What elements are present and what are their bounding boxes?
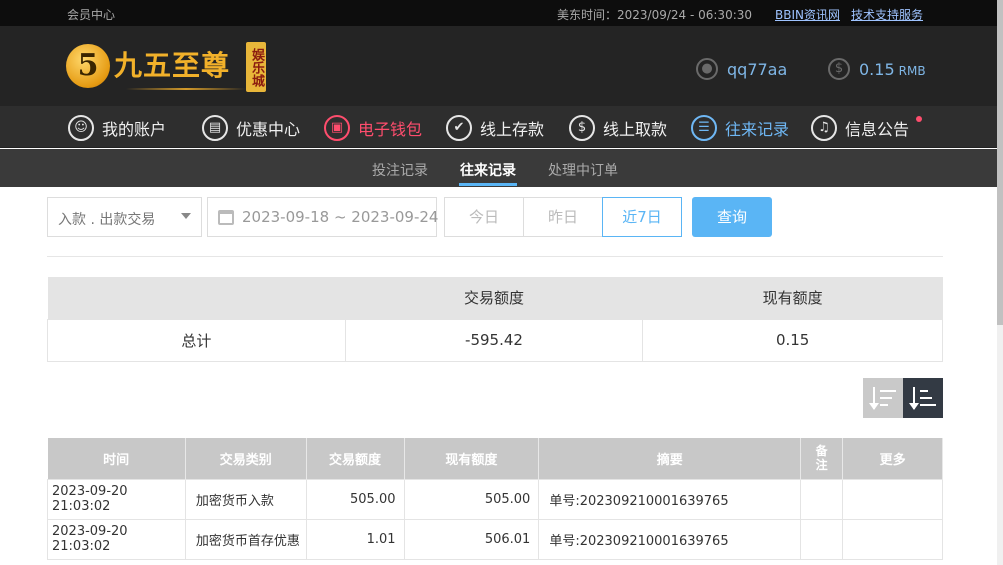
cell-remark bbox=[800, 478, 844, 520]
tech-support-link[interactable]: 技术支持服务 bbox=[851, 6, 923, 23]
calendar-icon bbox=[218, 210, 234, 225]
table-row: 2023-09-20 21:03:02 加密货币入款 505.00 505.00… bbox=[47, 478, 943, 520]
sort-arrow-icon bbox=[909, 387, 919, 410]
nav-label: 线上存款 bbox=[480, 120, 545, 139]
dollar-icon: $ bbox=[828, 58, 850, 80]
nav-announcements[interactable]: ♫ 信息公告 bbox=[811, 114, 909, 142]
transaction-type-select[interactable]: 入款 . 出款交易 bbox=[47, 197, 202, 237]
sort-arrow-icon bbox=[869, 387, 879, 410]
nav-label: 线上取款 bbox=[603, 120, 668, 139]
tab-pending-orders[interactable]: 处理中订单 bbox=[548, 160, 618, 180]
sort-ascending-button[interactable] bbox=[903, 378, 943, 418]
header: 5 九五至尊 娱乐城 ● qq77aa $ 0.15 RMB bbox=[0, 26, 997, 106]
balance: 0.15 RMB bbox=[859, 60, 926, 79]
col-time: 时间 bbox=[47, 438, 186, 479]
cell-time: 2023-09-20 21:03:02 bbox=[47, 478, 186, 520]
nav-label: 往来记录 bbox=[725, 120, 790, 139]
date-range-input[interactable]: 2023-09-18 ~ 2023-09-24 bbox=[207, 197, 439, 237]
tab-bet-records[interactable]: 投注记录 bbox=[372, 160, 428, 180]
col-more: 更多 bbox=[842, 438, 943, 479]
nav-records[interactable]: ☰ 往来记录 bbox=[691, 114, 789, 142]
cell-more[interactable] bbox=[842, 518, 943, 560]
cell-remark bbox=[800, 518, 844, 560]
notification-dot bbox=[916, 116, 922, 122]
nav-promotions[interactable]: ▤ 优惠中心 bbox=[202, 114, 300, 142]
sort-descending-button[interactable] bbox=[863, 378, 903, 418]
tab-transaction-records[interactable]: 往来记录 bbox=[460, 160, 516, 180]
cell-balance: 505.00 bbox=[403, 478, 540, 520]
summary-total-label: 总计 bbox=[47, 318, 346, 362]
nav-online-deposit[interactable]: ✔ 线上存款 bbox=[446, 114, 544, 142]
balance-amount: 0.15 bbox=[859, 60, 895, 79]
summary-total-amount: -595.42 bbox=[344, 318, 644, 362]
nav-online-withdraw[interactable]: $ 线上取款 bbox=[569, 114, 667, 142]
summary-row: 总计 -595.42 0.15 bbox=[47, 318, 943, 362]
col-balance: 现有额度 bbox=[404, 438, 540, 479]
today-button[interactable]: 今日 bbox=[444, 197, 524, 237]
yesterday-button[interactable]: 昨日 bbox=[523, 197, 603, 237]
cell-summary: 单号:202309210001639765 bbox=[538, 518, 802, 560]
nav-label: 优惠中心 bbox=[236, 120, 301, 139]
main-nav: ☺ 我的账户 ▤ 优惠中心 ▣ 电子钱包 ✔ 线上存款 $ 线上取款 ☰ 往来记… bbox=[0, 106, 997, 148]
wallet-icon: ▣ bbox=[324, 115, 350, 141]
nav-label: 电子钱包 bbox=[358, 120, 423, 139]
cell-time: 2023-09-20 21:03:02 bbox=[47, 518, 186, 560]
nav-my-account[interactable]: ☺ 我的账户 bbox=[68, 114, 166, 142]
deposit-icon: ✔ bbox=[446, 115, 472, 141]
username[interactable]: qq77aa bbox=[727, 60, 787, 79]
col-remark: 备注 bbox=[800, 438, 844, 479]
balance-unit: RMB bbox=[898, 64, 926, 78]
nav-label: 信息公告 bbox=[845, 120, 910, 139]
search-button[interactable]: 查询 bbox=[692, 197, 772, 237]
summary-table: 交易额度 现有额度 总计 -595.42 0.15 bbox=[47, 277, 943, 362]
summary-header-empty bbox=[47, 277, 346, 319]
chevron-down-icon bbox=[181, 213, 191, 219]
member-center-label: 会员中心 bbox=[67, 8, 116, 22]
col-type: 交易类别 bbox=[185, 438, 307, 479]
nav-e-wallet[interactable]: ▣ 电子钱包 bbox=[324, 114, 422, 142]
user-icon: ☺ bbox=[68, 115, 94, 141]
sub-nav: 投注记录 往来记录 处理中订单 bbox=[0, 149, 997, 187]
transaction-type-value: 入款 . 出款交易 bbox=[58, 212, 156, 228]
top-bar: 会员中心 美东时间：2023/09/24 - 06:30:30 BBIN资讯网 … bbox=[0, 0, 997, 26]
summary-header-row: 交易额度 现有额度 bbox=[47, 277, 943, 319]
cell-type: 加密货币入款 bbox=[184, 478, 307, 520]
summary-header-balance: 现有额度 bbox=[642, 277, 943, 319]
nav-label: 我的账户 bbox=[102, 120, 167, 139]
logo-emblem: 5 bbox=[66, 44, 110, 88]
col-summary: 摘要 bbox=[538, 438, 802, 479]
cell-summary: 单号:202309210001639765 bbox=[538, 478, 802, 520]
cell-balance: 506.01 bbox=[403, 518, 540, 560]
user-icon: ● bbox=[696, 58, 718, 80]
cell-more[interactable] bbox=[842, 478, 943, 520]
gift-icon: ▤ bbox=[202, 115, 228, 141]
records-icon: ☰ bbox=[691, 115, 717, 141]
col-amount: 交易额度 bbox=[306, 438, 405, 479]
page-scrollbar[interactable] bbox=[997, 0, 1003, 565]
cell-amount: 505.00 bbox=[305, 478, 405, 520]
bbin-news-link[interactable]: BBIN资讯网 bbox=[775, 6, 840, 23]
logo-badge: 娱乐城 bbox=[246, 42, 266, 92]
date-range-value: 2023-09-18 ~ 2023-09-24 bbox=[242, 208, 439, 226]
withdraw-icon: $ bbox=[569, 115, 595, 141]
transactions-table: 时间 交易类别 交易额度 现有额度 摘要 备注 更多 2023-09-20 21… bbox=[47, 438, 943, 560]
summary-header-amount: 交易额度 bbox=[345, 277, 643, 319]
cell-type: 加密货币首存优惠 bbox=[184, 518, 307, 560]
divider bbox=[47, 256, 943, 257]
table-row: 2023-09-20 21:03:02 加密货币首存优惠 1.01 506.01… bbox=[47, 518, 943, 560]
logo-name: 九五至尊 bbox=[114, 49, 231, 82]
cell-amount: 1.01 bbox=[305, 518, 405, 560]
table-header-row: 时间 交易类别 交易额度 现有额度 摘要 备注 更多 bbox=[47, 438, 943, 479]
summary-total-balance: 0.15 bbox=[642, 318, 943, 362]
site-logo[interactable]: 5 九五至尊 娱乐城 bbox=[66, 42, 271, 92]
last-7-days-button[interactable]: 近7日 bbox=[602, 197, 682, 237]
logo-flourish bbox=[126, 88, 246, 90]
eastern-time-label: 美东时间：2023/09/24 - 06:30:30 bbox=[557, 8, 753, 22]
active-tab-indicator bbox=[459, 183, 517, 186]
bell-icon: ♫ bbox=[811, 115, 837, 141]
scrollbar-thumb[interactable] bbox=[997, 0, 1003, 325]
